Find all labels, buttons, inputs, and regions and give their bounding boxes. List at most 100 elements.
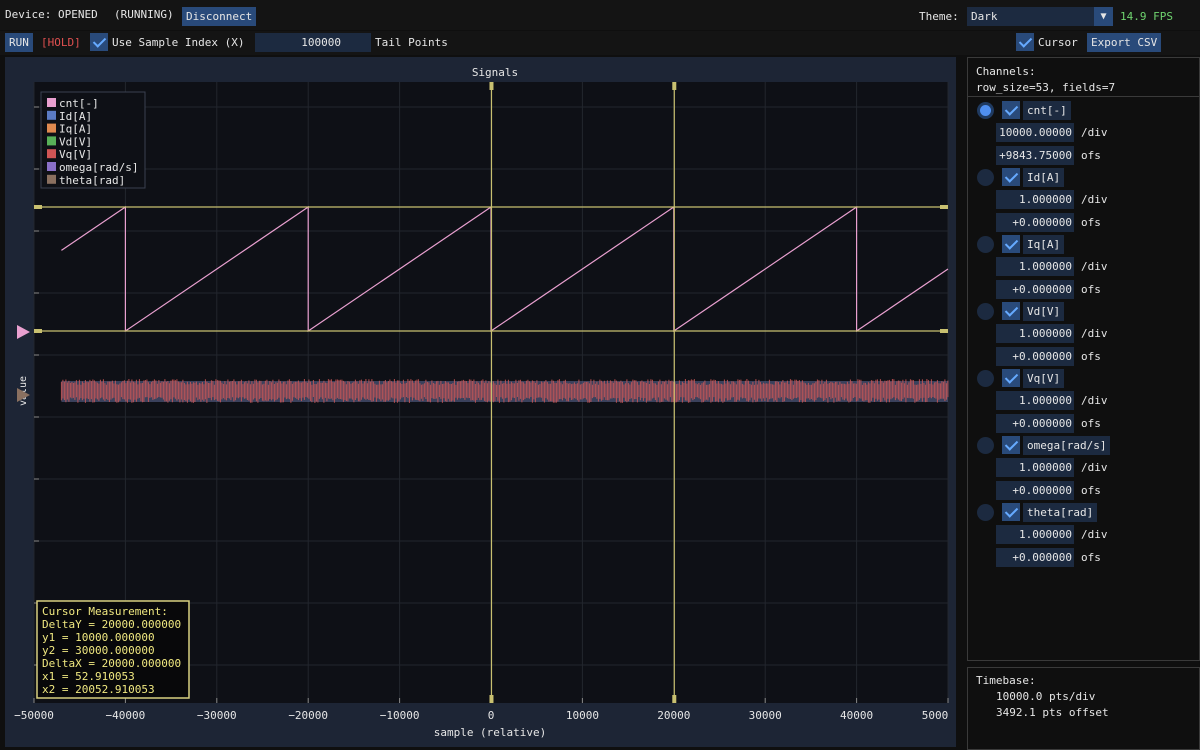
channel-scale-input[interactable]: 1.000000: [996, 324, 1074, 343]
channels-title: Channels:: [976, 65, 1036, 78]
run-button[interactable]: RUN: [5, 33, 33, 52]
legend: cnt[-]Id[A]Iq[A]Vd[V]Vq[V]omega[rad/s]th…: [40, 91, 146, 189]
cursor-checkbox[interactable]: [1016, 33, 1034, 51]
channel-select-radio[interactable]: [977, 102, 994, 119]
legend-swatch[interactable]: [47, 149, 56, 159]
legend-label[interactable]: Id[A]: [59, 110, 92, 123]
channel-scale-input[interactable]: 1.000000: [996, 257, 1074, 276]
cursor-y1: y1 = 10000.000000: [42, 631, 155, 644]
channel-name: Vq[V]: [1023, 369, 1065, 388]
export-csv-button[interactable]: Export CSV: [1087, 33, 1162, 52]
channel-1: Id[A] 1.000000/div +0.000000 ofs: [968, 168, 1199, 232]
x-tick-label: 30000: [749, 709, 782, 722]
channel-scale-input[interactable]: 1.000000: [996, 458, 1074, 477]
div-unit: /div: [1081, 327, 1108, 340]
toolbar: RUN [HOLD] Use Sample Index (X) 100000 T…: [0, 31, 1200, 55]
channel-select-radio[interactable]: [977, 169, 994, 186]
x-tick-label: 5000: [922, 709, 949, 722]
legend-label[interactable]: Vd[V]: [59, 135, 92, 148]
channel-6: theta[rad] 1.000000/div +0.000000 ofs: [968, 503, 1199, 567]
channel-scale-input[interactable]: 10000.00000: [996, 123, 1074, 142]
channel-4: Vq[V] 1.000000/div +0.000000 ofs: [968, 369, 1199, 433]
channel-select-radio[interactable]: [977, 370, 994, 387]
cursor-label: Cursor: [1038, 36, 1078, 49]
channel-visible-checkbox[interactable]: [1002, 302, 1020, 320]
cursor-y1-handle-left[interactable]: [34, 329, 42, 333]
disconnect-button[interactable]: Disconnect: [182, 7, 257, 26]
legend-swatch[interactable]: [47, 98, 56, 107]
legend-label[interactable]: Vq[V]: [59, 148, 92, 161]
chevron-down-icon[interactable]: ▼: [1094, 7, 1113, 26]
channel-visible-checkbox[interactable]: [1002, 101, 1020, 119]
cnt-offset-marker-icon[interactable]: [17, 325, 30, 339]
tail-points-label: Tail Points: [375, 36, 448, 49]
channel-visible-checkbox[interactable]: [1002, 436, 1020, 454]
ofs-unit: ofs: [1081, 417, 1101, 430]
cursor-x2-handle-bottom[interactable]: [672, 695, 677, 703]
cursor-y1-handle-right[interactable]: [940, 329, 948, 333]
channel-select-radio[interactable]: [977, 504, 994, 521]
ofs-unit: ofs: [1081, 216, 1101, 229]
legend-swatch[interactable]: [47, 174, 56, 184]
x-tick-label: −10000: [380, 709, 420, 722]
div-unit: /div: [1081, 461, 1108, 474]
channel-select-radio[interactable]: [977, 303, 994, 320]
channel-select-radio[interactable]: [977, 437, 994, 454]
plot-panel[interactable]: Signals −50000 −40000 −30000 −20000 −10000 0 1…: [5, 57, 956, 747]
cursor-x1-handle-bottom[interactable]: [489, 695, 494, 703]
channel-name: theta[rad]: [1023, 503, 1098, 522]
legend-swatch[interactable]: [47, 136, 56, 146]
cursor-y2-handle-right[interactable]: [940, 205, 948, 209]
legend-swatch[interactable]: [47, 110, 56, 120]
x-tick-label: 10000: [566, 709, 599, 722]
legend-label[interactable]: Iq[A]: [59, 123, 92, 136]
legend-swatch[interactable]: [47, 162, 56, 171]
channel-scale-input[interactable]: 1.000000: [996, 190, 1074, 209]
div-unit: /div: [1081, 528, 1108, 541]
tail-points-input[interactable]: 100000: [255, 33, 371, 52]
channel-select-radio[interactable]: [977, 236, 994, 253]
x-tick-label: 40000: [840, 709, 873, 722]
cursor-deltax: DeltaX = 20000.000000: [42, 657, 181, 670]
legend-label[interactable]: omega[rad/s]: [59, 161, 138, 174]
channels-panel: Channels: row_size=53, fields=7 cnt[-] 10…: [967, 57, 1200, 661]
x-tick-label: −50000: [14, 709, 54, 722]
use-sample-index-checkbox[interactable]: [90, 33, 108, 51]
div-unit: /div: [1081, 126, 1108, 139]
channel-offset-input[interactable]: +9843.75000: [996, 146, 1074, 165]
legend-swatch[interactable]: [47, 123, 56, 133]
cursor-y2: y2 = 30000.000000: [42, 644, 155, 657]
cursor-y2-handle-left[interactable]: [34, 205, 42, 209]
cursor-box-title: Cursor Measurement:: [42, 605, 168, 618]
div-unit: /div: [1081, 394, 1108, 407]
channel-visible-checkbox[interactable]: [1002, 503, 1020, 521]
channel-offset-input[interactable]: +0.000000: [996, 280, 1074, 299]
cursor-x2: x2 = 20052.910053: [42, 683, 155, 696]
channel-visible-checkbox[interactable]: [1002, 369, 1020, 387]
channel-name: Id[A]: [1023, 168, 1065, 187]
cursor-x1-handle-top[interactable]: [489, 82, 494, 90]
series-vq: [60, 379, 949, 403]
hold-indicator[interactable]: [HOLD]: [41, 36, 81, 49]
channel-visible-checkbox[interactable]: [1002, 235, 1020, 253]
theme-select[interactable]: Dark ▼: [967, 7, 1113, 26]
signals-plot[interactable]: Signals −50000 −40000 −30000 −20000 −10000 0 1…: [5, 57, 956, 747]
theme-value: Dark: [971, 10, 998, 23]
channel-visible-checkbox[interactable]: [1002, 168, 1020, 186]
x-tick-label: −40000: [106, 709, 146, 722]
channel-offset-input[interactable]: +0.000000: [996, 481, 1074, 500]
channel-scale-input[interactable]: 1.000000: [996, 391, 1074, 410]
x-tick-label: 0: [488, 709, 495, 722]
channel-offset-input[interactable]: +0.000000: [996, 213, 1074, 232]
x-axis-label: sample (relative): [434, 726, 547, 739]
legend-label[interactable]: theta[rad]: [59, 174, 125, 187]
channel-scale-input[interactable]: 1.000000: [996, 525, 1074, 544]
channel-offset-input[interactable]: +0.000000: [996, 548, 1074, 567]
legend-label[interactable]: cnt[-]: [59, 97, 99, 110]
ofs-unit: ofs: [1081, 149, 1101, 162]
channel-name: cnt[-]: [1023, 101, 1071, 120]
x-tick-label: 20000: [657, 709, 690, 722]
cursor-x2-handle-top[interactable]: [672, 82, 677, 90]
channel-offset-input[interactable]: +0.000000: [996, 414, 1074, 433]
channel-offset-input[interactable]: +0.000000: [996, 347, 1074, 366]
